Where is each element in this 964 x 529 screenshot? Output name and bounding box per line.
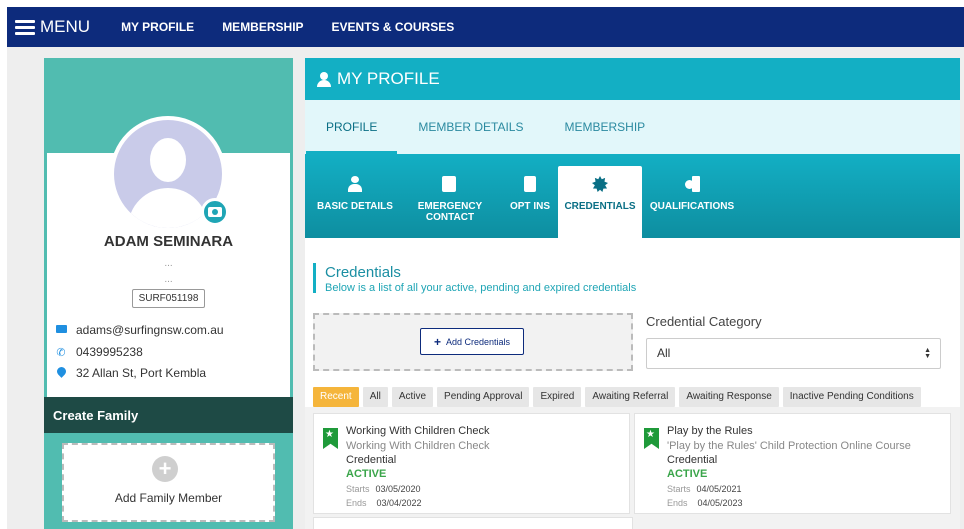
subtab-opt-ins[interactable]: OPT INS xyxy=(504,166,556,238)
credential-card-partial[interactable] xyxy=(313,517,633,529)
tab-member-details[interactable]: MEMBER DETAILS xyxy=(418,100,523,154)
subtab-emergency-contact[interactable]: EMERGENCY CONTACT xyxy=(411,166,489,238)
person-badge-icon xyxy=(347,176,363,192)
create-family-header: Create Family xyxy=(44,397,293,433)
credential-status: ACTIVE xyxy=(346,468,387,480)
credentials-title: Credentials xyxy=(325,264,401,281)
checklist-icon xyxy=(522,176,538,192)
main-header: MY PROFILE xyxy=(305,58,960,100)
profile-tabs: PROFILE MEMBER DETAILS MEMBERSHIP xyxy=(305,100,960,154)
credential-starts: Starts 03/05/2020 xyxy=(346,484,421,494)
email-text: adams@surfingnsw.com.au xyxy=(76,323,224,337)
filter-pending-approval[interactable]: Pending Approval xyxy=(437,387,530,407)
camera-icon xyxy=(208,207,222,217)
add-credentials-label: Add Credentials xyxy=(445,336,511,347)
credentials-subtitle: Below is a list of all your active, pend… xyxy=(325,282,637,294)
subtab-emergency-label-1: EMERGENCY xyxy=(417,201,483,212)
credential-type: Credential xyxy=(346,454,397,466)
credential-subtitle: 'Play by the Rules' Child Protection Onl… xyxy=(667,440,911,452)
credential-type: Credential xyxy=(667,454,718,466)
add-credentials-button[interactable]: + Add Credentials xyxy=(420,328,524,355)
subtab-basic-details-label: BASIC DETAILS xyxy=(317,201,393,212)
credential-subtitle: Working With Children Check xyxy=(346,440,490,452)
top-nav: MENU MY PROFILE MEMBERSHIP EVENTS & COUR… xyxy=(7,7,964,47)
filter-expired[interactable]: Expired xyxy=(533,387,582,407)
filter-inactive-pending-conditions[interactable]: Inactive Pending Conditions xyxy=(782,387,921,407)
contact-phone: ✆ 0439995238 xyxy=(55,345,143,359)
award-ribbon-icon xyxy=(644,428,659,449)
menu-button[interactable]: MENU xyxy=(15,17,90,37)
add-family-member-label: Add Family Member xyxy=(114,491,223,505)
map-pin-icon xyxy=(54,365,68,378)
credential-card[interactable]: Working With Children Check Working With… xyxy=(313,413,630,514)
contact-email: adams@surfingnsw.com.au xyxy=(55,323,224,337)
filter-active[interactable]: Active xyxy=(391,387,434,407)
address-text: 32 Allan St, Port Kembla xyxy=(76,366,207,380)
filter-all[interactable]: All xyxy=(362,387,388,407)
credential-ends: Ends 04/05/2023 xyxy=(667,498,743,508)
award-ribbon-icon xyxy=(323,428,338,449)
qualification-icon xyxy=(684,176,700,192)
credential-filters: Recent All Active Pending Approval Expir… xyxy=(313,387,925,407)
phone-text: 0439995238 xyxy=(76,345,143,359)
credential-category-label: Credential Category xyxy=(646,314,762,329)
profile-name: ADAM SEMINARA xyxy=(103,233,234,250)
nav-membership[interactable]: MEMBERSHIP xyxy=(222,20,303,34)
subtab-qualifications-label: QUALIFICATIONS xyxy=(649,201,735,212)
subtab-basic-details[interactable]: BASIC DETAILS xyxy=(312,166,398,238)
credential-category-value: All xyxy=(657,346,671,360)
select-arrows-icon: ▲ ▼ xyxy=(924,347,931,360)
plus-icon: + xyxy=(152,456,178,482)
contact-card-icon xyxy=(442,176,458,192)
member-id-badge: SURF051198 xyxy=(132,289,205,308)
certificate-seal-icon xyxy=(592,176,608,192)
credential-card[interactable]: Play by the Rules 'Play by the Rules' Ch… xyxy=(634,413,951,514)
contact-address: 32 Allan St, Port Kembla xyxy=(54,365,207,380)
main-header-title: MY PROFILE xyxy=(337,69,440,88)
plus-icon: + xyxy=(433,334,441,349)
credential-status: ACTIVE xyxy=(667,468,708,480)
add-family-member-button[interactable] xyxy=(62,443,275,522)
tab-profile[interactable]: PROFILE xyxy=(305,100,398,154)
subtab-opt-ins-label: OPT INS xyxy=(509,201,550,212)
subtab-emergency-label-2: CONTACT xyxy=(425,212,475,223)
nav-events-courses[interactable]: EVENTS & COURSES xyxy=(332,20,455,34)
filter-recent[interactable]: Recent xyxy=(313,387,359,407)
envelope-icon xyxy=(55,325,67,333)
tab-membership[interactable]: MEMBERSHIP xyxy=(565,100,646,154)
credential-title: Play by the Rules xyxy=(667,425,753,437)
menu-label: MENU xyxy=(40,17,91,36)
credential-title: Working With Children Check xyxy=(346,425,490,437)
section-accent-bar xyxy=(313,263,316,293)
credential-category-select[interactable]: All ▲ ▼ xyxy=(646,338,941,369)
subtab-credentials[interactable]: CREDENTIALS xyxy=(558,166,642,238)
credential-ends: Ends 03/04/2022 xyxy=(346,498,422,508)
profile-subtabs: BASIC DETAILS EMERGENCY CONTACT OPT INS … xyxy=(305,154,960,238)
subtab-credentials-label: CREDENTIALS xyxy=(564,201,636,212)
profile-line-1: ... xyxy=(164,258,173,269)
phone-icon: ✆ xyxy=(56,346,66,359)
user-icon xyxy=(317,71,331,87)
filter-awaiting-referral[interactable]: Awaiting Referral xyxy=(585,387,676,407)
subtab-qualifications[interactable]: QUALIFICATIONS xyxy=(645,166,739,238)
change-photo-button[interactable] xyxy=(201,198,229,226)
profile-line-2: ... xyxy=(164,274,173,285)
filter-awaiting-response[interactable]: Awaiting Response xyxy=(679,387,779,407)
hamburger-icon xyxy=(15,19,35,35)
credential-starts: Starts 04/05/2021 xyxy=(667,484,742,494)
nav-my-profile[interactable]: MY PROFILE xyxy=(121,20,194,34)
